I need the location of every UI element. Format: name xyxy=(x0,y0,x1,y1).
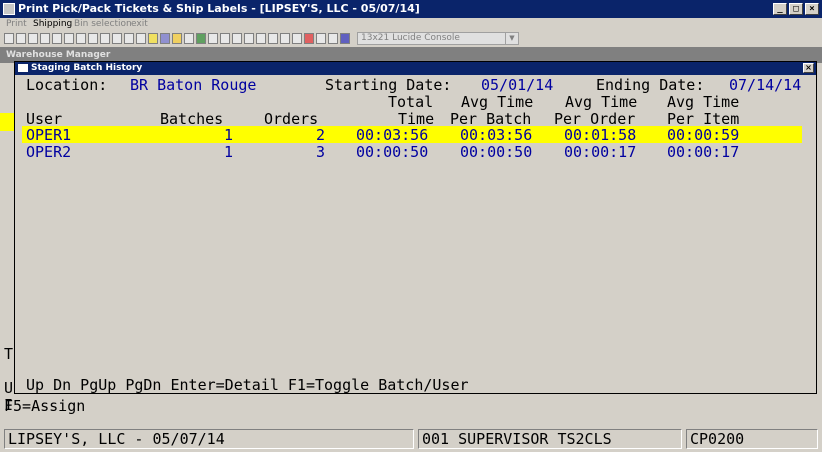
tool-binoculars-icon[interactable] xyxy=(160,33,170,44)
tool-chain-icon[interactable] xyxy=(292,33,302,44)
dialog-window-icon xyxy=(18,64,28,72)
dialog-title: Staging Batch History xyxy=(31,63,143,73)
tool-doc-icon[interactable] xyxy=(40,33,50,44)
tool-gear-icon[interactable] xyxy=(76,33,86,44)
tool-lightning-icon[interactable] xyxy=(232,33,242,44)
row-batches: 1 xyxy=(224,126,234,144)
console-fragment-t: T xyxy=(4,345,14,363)
dialog-close-button[interactable]: × xyxy=(803,63,814,73)
tool-help-icon[interactable] xyxy=(208,33,218,44)
menu-shipping[interactable]: Shipping xyxy=(33,19,72,29)
tool-link-icon[interactable] xyxy=(280,33,290,44)
status-bar: LIPSEY'S, LLC - 05/07/14 001 SUPERVISOR … xyxy=(0,426,822,452)
tool-bookmark-icon[interactable] xyxy=(136,33,146,44)
font-select-value: 13x21 Lucide Console xyxy=(361,33,460,43)
tool-error-icon[interactable] xyxy=(304,33,314,44)
tool-paste-icon[interactable] xyxy=(28,33,38,44)
header-total-top: Total xyxy=(388,93,434,111)
menu-print[interactable]: Print xyxy=(6,19,27,29)
row-total-time: 00:03:56 xyxy=(356,126,429,144)
tool-copy-icon[interactable] xyxy=(16,33,26,44)
row-batches: 1 xyxy=(224,143,234,161)
header-avg-batch-top: Avg Time xyxy=(461,93,534,111)
tool-list-icon[interactable] xyxy=(100,33,110,44)
window-title-bar[interactable]: Print Pick/Pack Tickets & Ship Labels - … xyxy=(0,0,822,18)
dialog-title-bar[interactable]: Staging Batch History × xyxy=(15,62,816,75)
ending-date-label: Ending Date: xyxy=(596,76,705,94)
tool-help-pointer-icon[interactable] xyxy=(340,33,350,44)
chevron-down-icon[interactable]: ▼ xyxy=(505,33,518,44)
tool-settings-icon[interactable] xyxy=(64,33,74,44)
status-code: CP0200 xyxy=(686,429,818,449)
tool-cut-icon[interactable] xyxy=(4,33,14,44)
tool-print-icon[interactable] xyxy=(52,33,62,44)
menu-bin-selection[interactable]: Bin selection xyxy=(74,19,132,29)
tool-stop-icon[interactable] xyxy=(220,33,230,44)
tool-view-icon[interactable] xyxy=(124,33,134,44)
row-per-item: 00:00:59 xyxy=(667,126,740,144)
location-value: BR Baton Rouge xyxy=(130,76,257,94)
console-highlight-edge xyxy=(0,113,14,131)
tool-run-icon[interactable] xyxy=(196,33,206,44)
row-total-time: 00:00:50 xyxy=(356,143,429,161)
tool-chart-icon[interactable] xyxy=(268,33,278,44)
row-per-batch: 00:03:56 xyxy=(460,126,533,144)
tool-table-icon[interactable] xyxy=(112,33,122,44)
row-per-batch: 00:00:50 xyxy=(460,143,533,161)
key-hints: Up Dn PgUp PgDn Enter=Detail F1=Toggle B… xyxy=(26,376,469,394)
starting-date-label: Starting Date: xyxy=(325,76,452,94)
tool-search-icon[interactable] xyxy=(172,33,182,44)
console-fragment-u: U xyxy=(4,379,14,397)
font-select[interactable]: 13x21 Lucide Console ▼ xyxy=(357,32,519,45)
tool-grid-icon[interactable] xyxy=(88,33,98,44)
row-orders: 3 xyxy=(316,143,326,161)
minimize-button[interactable]: _ xyxy=(773,3,787,15)
row-orders: 2 xyxy=(316,126,326,144)
maximize-button[interactable]: □ xyxy=(789,3,803,15)
warehouse-manager-title: Warehouse Manager xyxy=(6,50,111,60)
window-title: Print Pick/Pack Tickets & Ship Labels - … xyxy=(18,2,420,15)
ending-date-value: 07/14/14 xyxy=(729,76,802,94)
header-avg-order-top: Avg Time xyxy=(565,93,638,111)
row-user: OPER2 xyxy=(26,143,72,161)
menu-exit[interactable]: exit xyxy=(131,19,148,29)
row-per-order: 00:00:17 xyxy=(564,143,637,161)
row-per-order: 00:01:58 xyxy=(564,126,637,144)
location-label: Location: xyxy=(26,76,108,94)
tool-note-icon[interactable] xyxy=(316,33,326,44)
app-icon xyxy=(3,3,15,15)
tool-warning-icon[interactable] xyxy=(148,33,158,44)
status-user: 001 SUPERVISOR TS2CLS xyxy=(418,429,682,449)
header-avg-item-top: Avg Time xyxy=(667,93,740,111)
tool-refresh-icon[interactable] xyxy=(184,33,194,44)
tool-clipboard-icon[interactable] xyxy=(328,33,338,44)
row-per-item: 00:00:17 xyxy=(667,143,740,161)
tool-tag-icon[interactable] xyxy=(244,33,254,44)
menu-bar: Print Shipping Bin selection exit xyxy=(0,18,822,31)
close-button[interactable]: × xyxy=(805,3,819,15)
row-user: OPER1 xyxy=(26,126,72,144)
starting-date-value: 05/01/14 xyxy=(481,76,554,94)
f5-assign-label: F5=Assign xyxy=(4,397,86,415)
tool-image-icon[interactable] xyxy=(256,33,266,44)
status-company: LIPSEY'S, LLC - 05/07/14 xyxy=(4,429,414,449)
